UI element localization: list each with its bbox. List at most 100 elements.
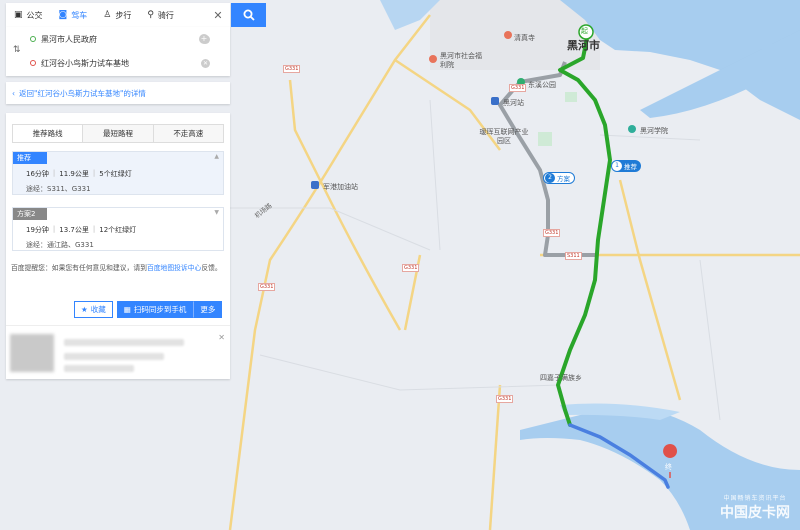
watermark-logo: 中国皮卡网 (720, 505, 790, 521)
end-field[interactable]: 红河谷小鸟斯力试车基地 ✕ (30, 52, 210, 74)
plan-lights: 5个红绿灯 (99, 170, 132, 178)
route-actions: ★ 收藏 ▦ 扫码同步到手机 更多 (74, 301, 223, 318)
station-label[interactable]: 黑河站 (503, 98, 524, 108)
complaint-center-link[interactable]: 百度地图投诉中心 (147, 264, 201, 272)
more-label: 更多 (200, 305, 216, 314)
start-badge[interactable]: 起 (581, 26, 588, 36)
road-shield: G331 (402, 264, 420, 272)
back-link-text: 返回"红河谷小鸟斯力试车基地"的详情 (19, 88, 146, 98)
walk-icon: ♙ (103, 10, 112, 20)
ad-line (64, 365, 134, 372)
route-number: 1 (612, 161, 622, 171)
plan-via: 途经：S311、G331 (26, 185, 91, 193)
road-shield: G331 (509, 84, 527, 92)
star-icon: ★ (81, 305, 88, 314)
swap-icon[interactable]: ⇅ (13, 45, 21, 55)
route-tag-recommended[interactable]: 1 推荐 (611, 160, 641, 172)
qr-code-icon: ▦ (123, 305, 131, 314)
college-label[interactable]: 黑河学院 (640, 126, 668, 136)
watermark-tagline: 中国畅销车资讯平台 (723, 495, 787, 502)
city-label: 黑河市 (567, 39, 600, 52)
route-tag-alternative[interactable]: 2 方案 (543, 172, 575, 184)
car-icon: ◙ (58, 10, 68, 20)
ad-line (64, 353, 164, 360)
back-to-details-link[interactable]: ‹ 返回"红河谷小鸟斯力试车基地"的详情 (6, 82, 230, 104)
watermark: 中国畅销车资讯平台 中国皮卡网 (720, 493, 790, 522)
clear-end-icon[interactable]: ✕ (201, 58, 210, 68)
tab-label: 骑行 (157, 10, 174, 20)
tab-label: 步行 (115, 10, 132, 20)
ad-thumbnail (10, 334, 54, 372)
send-label: 扫码同步到手机 (133, 305, 187, 314)
bus-icon: ▣ (14, 10, 23, 20)
welfare-label[interactable]: 黑河市社会福利院 (440, 52, 486, 70)
road-shield: S311 (565, 252, 582, 260)
close-ad-icon[interactable]: ✕ (218, 333, 225, 342)
gas-pin-icon[interactable] (311, 181, 319, 189)
end-input[interactable]: 红河谷小鸟斯力试车基地 (41, 58, 201, 69)
tab-shortest[interactable]: 最短路程 (83, 125, 154, 142)
station-pin-icon[interactable] (491, 97, 499, 105)
transport-tabs: ▣ 公交 ◙ 驾车 ♙ 步行 ⚲ 骑行 ✕ (6, 3, 230, 27)
plan-lights: 12个红绿灯 (99, 226, 137, 234)
save-button[interactable]: ★ 收藏 (74, 301, 113, 318)
tip-text: 反馈。 (201, 264, 222, 272)
plan-tag: 方案2 (13, 208, 47, 220)
route-plan-2[interactable]: 方案2 ▼ 19分钟 | 13.7公里 | 12个红绿灯 途经：通江路、G331 (12, 207, 224, 251)
save-label: 收藏 (90, 305, 106, 314)
township-label[interactable]: 四嘉子满族乡 (540, 373, 582, 383)
plan-distance: 11.9公里 (59, 170, 89, 178)
end-badge[interactable]: 终 (665, 462, 672, 472)
road-shield: G331 (283, 65, 301, 73)
search-icon (243, 9, 255, 21)
start-field[interactable]: 黑河市人民政府 ✕ (30, 28, 210, 50)
plan-time: 19分钟 (26, 226, 49, 234)
tab-walk[interactable]: ♙ 步行 (95, 3, 139, 27)
road-shield: G331 (543, 229, 561, 237)
add-waypoint-icon[interactable]: + (199, 34, 209, 44)
welfare-pin-icon[interactable] (429, 55, 437, 63)
chevron-left-icon: ‹ (12, 88, 15, 98)
temple-pin-icon[interactable] (504, 31, 512, 39)
search-button[interactable] (231, 3, 266, 27)
route-tag-text: 方案 (557, 175, 570, 183)
plan-via: 途经：通江路、G331 (26, 241, 94, 249)
route-option-tabs: 推荐路线 最短路程 不走高速 (12, 124, 224, 143)
expand-icon[interactable]: ▼ (214, 209, 219, 216)
ad-banner[interactable]: ✕ (6, 327, 230, 379)
ad-line (64, 339, 184, 346)
plan-distance: 13.7公里 (59, 226, 89, 234)
tab-recommended[interactable]: 推荐路线 (13, 125, 84, 142)
send-to-phone-button[interactable]: ▦ 扫码同步到手机 (116, 301, 194, 318)
divider (6, 325, 230, 326)
plan-tag: 推荐 (13, 152, 47, 164)
close-icon[interactable]: ✕ (206, 9, 230, 22)
start-dot-icon (30, 36, 36, 42)
road-shield: G331 (258, 283, 276, 291)
road-shield: G331 (496, 395, 514, 403)
tip-text: 百度提醒您：如果您有任何意见和建议，请到 (11, 264, 147, 272)
tab-label: 公交 (26, 10, 43, 20)
gas-label[interactable]: 军港加油站 (323, 182, 358, 192)
plan-time: 16分钟 (26, 170, 49, 178)
route-number: 2 (545, 173, 555, 183)
tab-drive[interactable]: ◙ 驾车 (51, 3, 96, 27)
tab-bus[interactable]: ▣ 公交 (6, 3, 51, 27)
tab-label: 驾车 (71, 10, 88, 20)
bike-icon: ⚲ (147, 10, 154, 20)
end-dot-icon (30, 60, 36, 66)
feedback-tip: 百度提醒您：如果您有任何意见和建议，请到百度地图投诉中心反馈。 (11, 263, 225, 274)
college-pin-icon[interactable] (628, 125, 636, 133)
tab-bike[interactable]: ⚲ 骑行 (139, 3, 182, 27)
route-tag-text: 推荐 (624, 163, 637, 171)
collapse-icon[interactable]: ▲ (214, 153, 219, 160)
start-input[interactable]: 黑河市人民政府 (41, 34, 201, 45)
tab-no-highway[interactable]: 不走高速 (153, 125, 223, 142)
route-panel: 推荐路线 最短路程 不走高速 推荐 ▲ 16分钟 | 11.9公里 | 5个红绿灯 … (6, 113, 230, 379)
route-plan-1[interactable]: 推荐 ▲ 16分钟 | 11.9公里 | 5个红绿灯 途经：S311、G331 (12, 151, 224, 195)
temple-label[interactable]: 清真寺 (514, 33, 535, 43)
route-inputs: ⇅ 黑河市人民政府 ✕ + 红河谷小鸟斯力试车基地 ✕ (6, 27, 230, 76)
industrial-label[interactable]: 瑷珲互联网产业园区 (478, 128, 530, 146)
park-label[interactable]: 东溪公园 (528, 80, 556, 90)
more-button[interactable]: 更多 (193, 301, 223, 318)
